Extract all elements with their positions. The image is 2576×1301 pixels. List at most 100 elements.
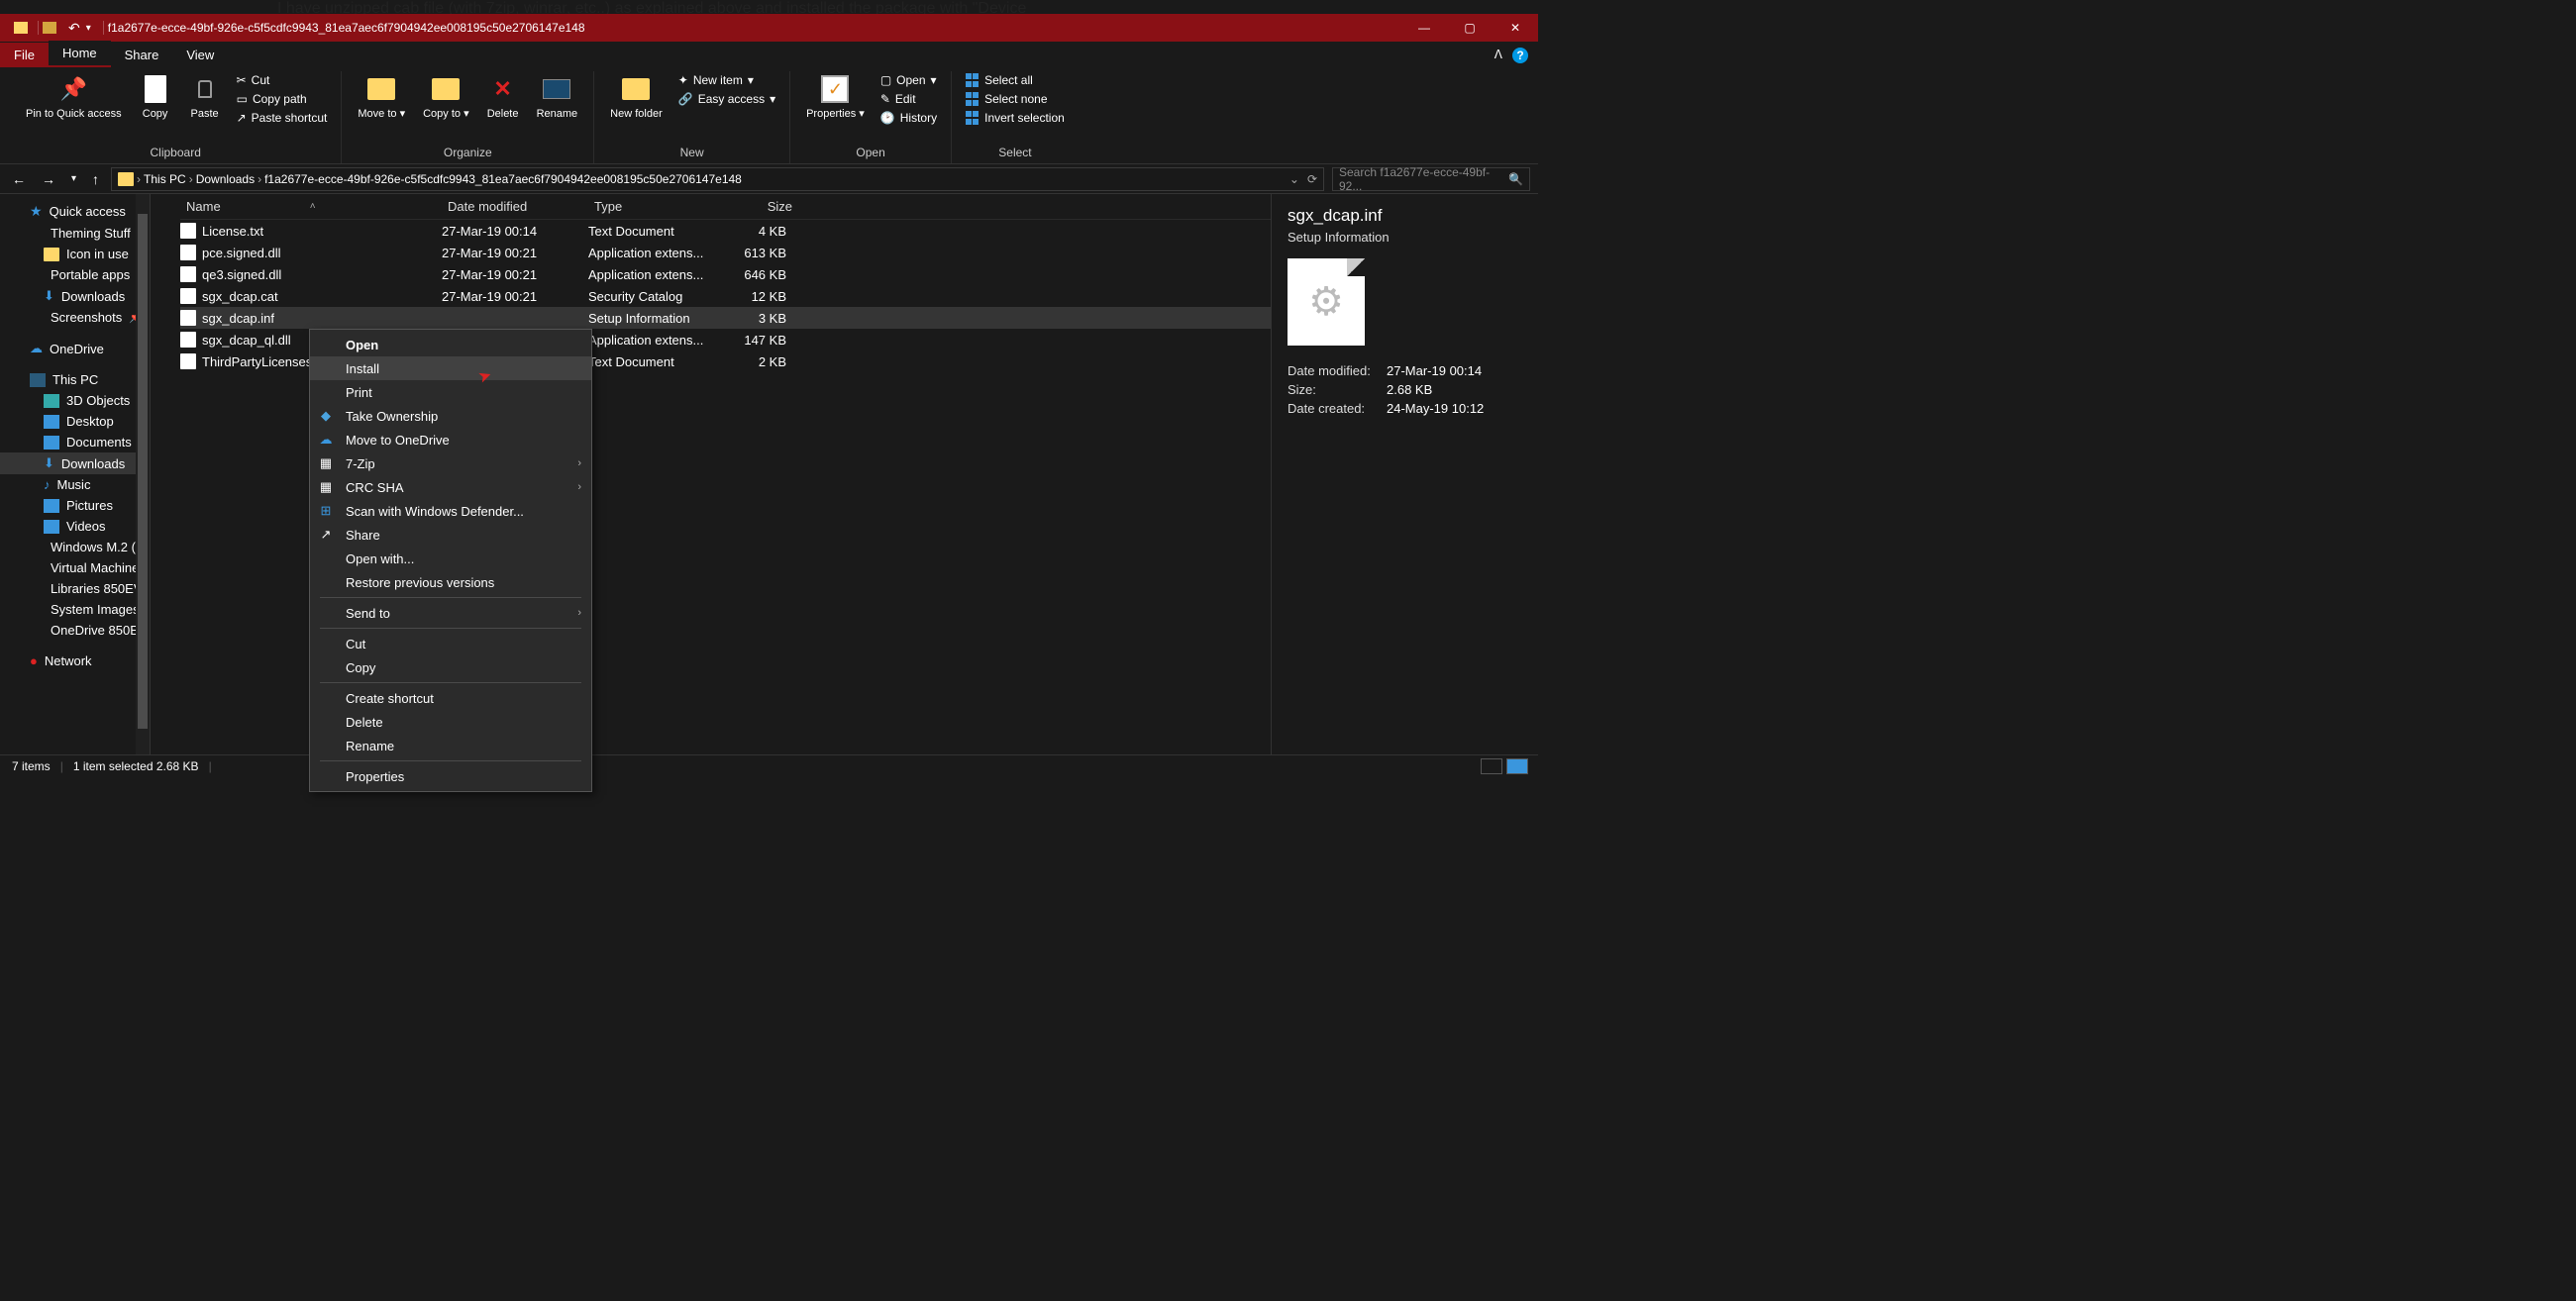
ctx-send-to[interactable]: Send to› xyxy=(310,601,591,625)
copy-button[interactable]: Copy xyxy=(134,71,177,123)
file-type: Security Catalog xyxy=(588,289,717,304)
help-icon[interactable]: ? xyxy=(1512,48,1528,63)
gear-icon: ⚙ xyxy=(1308,279,1344,325)
minimize-button[interactable]: — xyxy=(1401,14,1447,42)
sidebar-item[interactable]: ♪Music xyxy=(0,474,150,495)
history-dropdown-icon[interactable]: ⌄ xyxy=(1289,172,1299,186)
new-folder-button[interactable]: New folder xyxy=(604,71,669,123)
forward-button[interactable]: → xyxy=(38,171,59,187)
paste-button[interactable]: Paste xyxy=(183,71,227,123)
refresh-icon[interactable]: ⟳ xyxy=(1307,172,1317,186)
ctx-open-with[interactable]: Open with... xyxy=(310,547,591,570)
ctx-take-ownership[interactable]: ◆Take Ownership xyxy=(310,404,591,428)
file-row[interactable]: License.txt27-Mar-19 00:14Text Document4… xyxy=(180,220,1271,242)
sidebar-item[interactable]: Documents xyxy=(0,432,150,452)
undo-icon[interactable]: ↶ xyxy=(68,20,80,37)
ctx-delete[interactable]: Delete xyxy=(310,710,591,734)
ctx-cut[interactable]: Cut xyxy=(310,632,591,655)
rename-button[interactable]: Rename xyxy=(531,71,584,123)
cut-button[interactable]: ✂Cut xyxy=(233,71,332,89)
properties-button[interactable]: ✓Properties ▾ xyxy=(800,71,871,123)
invert-selection-button[interactable]: Invert selection xyxy=(962,109,1069,127)
ctx-share[interactable]: ↗Share xyxy=(310,523,591,547)
sidebar-item[interactable]: Theming Stuff📌 xyxy=(0,223,150,244)
copy-to-button[interactable]: Copy to ▾ xyxy=(417,71,475,123)
sidebar-item[interactable]: ⬇Downloads xyxy=(0,285,150,307)
column-date[interactable]: Date modified xyxy=(448,199,594,214)
sidebar-item[interactable]: System Images H xyxy=(0,599,150,620)
file-row[interactable]: sgx_dcap.cat27-Mar-19 00:21Security Cata… xyxy=(180,285,1271,307)
delete-button[interactable]: ✕Delete xyxy=(481,71,525,123)
collapse-ribbon-icon[interactable]: ᐱ xyxy=(1494,48,1502,63)
paste-shortcut-button[interactable]: ↗Paste shortcut xyxy=(233,109,332,127)
select-all-button[interactable]: Select all xyxy=(962,71,1069,89)
scrollbar[interactable] xyxy=(136,194,150,776)
new-item-button[interactable]: ✦New item ▾ xyxy=(674,71,779,89)
recent-button[interactable]: ▾ xyxy=(67,173,80,184)
edit-button[interactable]: ✎Edit xyxy=(876,90,941,108)
pin-quick-access-button[interactable]: 📌 Pin to Quick access xyxy=(20,71,128,123)
ctx-create-shortcut[interactable]: Create shortcut xyxy=(310,686,591,710)
maximize-button[interactable]: ▢ xyxy=(1447,14,1493,42)
file-row[interactable]: pce.signed.dll27-Mar-19 00:21Application… xyxy=(180,242,1271,263)
sidebar-item[interactable]: OneDrive 850EVO xyxy=(0,620,150,641)
file-row[interactable]: sgx_dcap.infSetup Information3 KB xyxy=(180,307,1271,329)
sidebar-item[interactable]: 3D Objects xyxy=(0,390,150,411)
column-size[interactable]: Size xyxy=(723,199,802,214)
sidebar-item[interactable]: Virtual Machines xyxy=(0,557,150,578)
tab-home[interactable]: Home xyxy=(49,41,111,67)
ctx-open[interactable]: Open xyxy=(310,333,591,356)
sidebar-item-quickaccess[interactable]: ★Quick access xyxy=(0,200,150,223)
address-bar[interactable]: › This PC › Downloads › f1a2677e-ecce-49… xyxy=(111,167,1324,191)
ctx-install[interactable]: Install xyxy=(310,356,591,380)
sidebar-item[interactable]: Windows M.2 (C: xyxy=(0,537,150,557)
ctx-rename[interactable]: Rename xyxy=(310,734,591,757)
sidebar-item-thispc[interactable]: This PC xyxy=(0,369,150,390)
tab-view[interactable]: View xyxy=(172,43,228,67)
view-icons-button[interactable] xyxy=(1506,758,1528,774)
sidebar-item[interactable]: Icon in use xyxy=(0,244,150,264)
move-to-button[interactable]: Move to ▾ xyxy=(352,71,411,123)
up-button[interactable]: ↑ xyxy=(88,171,103,187)
ctx-copy[interactable]: Copy xyxy=(310,655,591,679)
breadcrumb[interactable]: f1a2677e-ecce-49bf-926e-c5f5cdfc9943_81e… xyxy=(264,172,742,186)
select-none-button[interactable]: Select none xyxy=(962,90,1069,108)
search-input[interactable]: Search f1a2677e-ecce-49bf-92... 🔍 xyxy=(1332,167,1530,191)
back-button[interactable]: ← xyxy=(8,171,30,187)
sidebar-item[interactable]: Pictures xyxy=(0,495,150,516)
sidebar-item-network[interactable]: ●Network xyxy=(0,650,150,671)
sidebar-item-onedrive[interactable]: ☁OneDrive xyxy=(0,338,150,359)
sidebar-item[interactable]: Videos xyxy=(0,516,150,537)
ctx-crc[interactable]: ▦CRC SHA› xyxy=(310,475,591,499)
ctx-defender[interactable]: ⊞Scan with Windows Defender... xyxy=(310,499,591,523)
column-type[interactable]: Type xyxy=(594,199,723,214)
close-button[interactable]: ✕ xyxy=(1493,14,1538,42)
ctx-properties[interactable]: Properties xyxy=(310,764,591,788)
view-details-button[interactable] xyxy=(1481,758,1502,774)
breadcrumb[interactable]: This PC xyxy=(144,172,186,186)
file-name: sgx_dcap_ql.dll xyxy=(202,333,291,348)
file-name: qe3.signed.dll xyxy=(202,267,281,282)
scrollbar-thumb[interactable] xyxy=(138,214,148,729)
tab-file[interactable]: File xyxy=(0,43,49,67)
sidebar-item[interactable]: Desktop xyxy=(0,411,150,432)
ctx-print[interactable]: Print xyxy=(310,380,591,404)
easy-access-button[interactable]: 🔗Easy access ▾ xyxy=(674,90,779,108)
open-button[interactable]: ▢Open ▾ xyxy=(876,71,941,89)
ctx-7zip[interactable]: ▦7-Zip› xyxy=(310,451,591,475)
ctx-restore-versions[interactable]: Restore previous versions xyxy=(310,570,591,594)
chevron-down-icon[interactable]: ▾ xyxy=(86,23,91,34)
file-row[interactable]: qe3.signed.dll27-Mar-19 00:21Application… xyxy=(180,263,1271,285)
ctx-move-onedrive[interactable]: ☁Move to OneDrive xyxy=(310,428,591,451)
tab-share[interactable]: Share xyxy=(111,43,173,67)
sidebar-item[interactable]: Portable apps📌 xyxy=(0,264,150,285)
history-button[interactable]: 🕑History xyxy=(876,109,941,127)
sidebar-item[interactable]: Screenshots📌 xyxy=(0,307,150,328)
copy-path-button[interactable]: ▭Copy path xyxy=(233,90,332,108)
path-icon: ▭ xyxy=(237,92,248,106)
column-name[interactable]: Name˄ xyxy=(180,199,448,214)
file-type: Setup Information xyxy=(588,311,717,326)
sidebar-item-downloads[interactable]: ⬇Downloads xyxy=(0,452,150,474)
breadcrumb[interactable]: Downloads xyxy=(196,172,255,186)
sidebar-item[interactable]: Libraries 850EVO xyxy=(0,578,150,599)
